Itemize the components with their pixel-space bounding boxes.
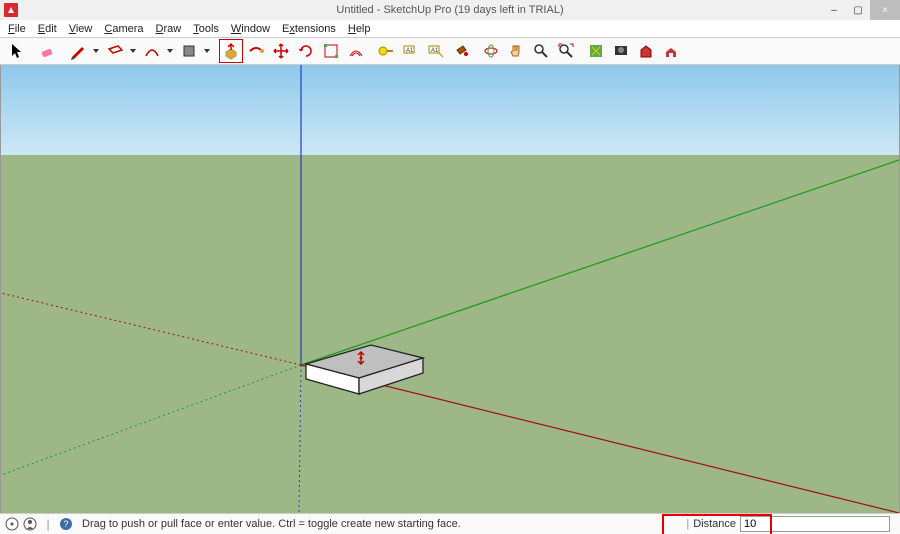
window-controls: – ▢ ×	[822, 0, 900, 20]
vcb-label: Distance	[693, 518, 736, 530]
status-bar: | ? Drag to push or pull face or enter v…	[0, 513, 900, 534]
menu-bar: File Edit View Camera Draw Tools Window …	[0, 20, 900, 37]
menu-help[interactable]: Help	[342, 22, 377, 36]
polygon-dropdown-icon[interactable]	[202, 49, 211, 53]
model-box	[306, 345, 423, 394]
vcb-input[interactable]	[740, 516, 890, 532]
toolbar: A1 A1	[0, 37, 900, 65]
measurements-box: | Distance	[680, 516, 896, 532]
extension-warehouse-tool-icon[interactable]	[659, 39, 683, 63]
status-icons: | ?	[4, 516, 74, 532]
get-models-tool-icon[interactable]	[634, 39, 658, 63]
geo-location-icon[interactable]	[4, 516, 20, 532]
menu-draw[interactable]: Draw	[150, 22, 188, 36]
push-pull-tool-icon[interactable]	[219, 39, 243, 63]
pencil-tool-icon[interactable]	[66, 39, 90, 63]
rotate-tool-icon[interactable]	[294, 39, 318, 63]
menu-edit[interactable]: Edit	[32, 22, 63, 36]
tape-measure-tool-icon[interactable]	[374, 39, 398, 63]
status-divider: |	[40, 516, 56, 532]
shape-dropdown-icon[interactable]	[128, 49, 137, 53]
menu-camera[interactable]: Camera	[98, 22, 149, 36]
pan-tool-icon[interactable]	[504, 39, 528, 63]
help-icon[interactable]: ?	[58, 516, 74, 532]
window-title: Untitled - SketchUp Pro (19 days left in…	[336, 4, 563, 16]
title-bar: Untitled - SketchUp Pro (19 days left in…	[0, 0, 900, 20]
svg-text:A1: A1	[431, 48, 439, 54]
polygon-tool-icon[interactable]	[177, 39, 201, 63]
menu-view[interactable]: View	[63, 22, 99, 36]
svg-text:A1: A1	[406, 48, 414, 54]
add-location-tool-icon[interactable]	[584, 39, 608, 63]
credits-icon[interactable]	[22, 516, 38, 532]
menu-tools[interactable]: Tools	[187, 22, 225, 36]
rectangle-tool-icon[interactable]	[103, 39, 127, 63]
svg-text:?: ?	[63, 519, 68, 529]
menu-window[interactable]: Window	[225, 22, 276, 36]
dimension-tool-icon[interactable]: A1	[424, 39, 448, 63]
paint-bucket-tool-icon[interactable]	[449, 39, 473, 63]
axes-and-model	[1, 65, 899, 513]
follow-me-tool-icon[interactable]	[244, 39, 268, 63]
menu-extensions[interactable]: Extensions	[276, 22, 342, 36]
eraser-tool-icon[interactable]	[36, 39, 60, 63]
minimize-button[interactable]: –	[822, 0, 846, 20]
zoom-tool-icon[interactable]	[529, 39, 553, 63]
zoom-extents-tool-icon[interactable]	[554, 39, 578, 63]
orbit-tool-icon[interactable]	[479, 39, 503, 63]
maximize-button[interactable]: ▢	[846, 0, 870, 20]
close-button[interactable]: ×	[870, 0, 900, 20]
scale-tool-icon[interactable]	[319, 39, 343, 63]
status-hint-text: Drag to push or pull face or enter value…	[82, 518, 680, 530]
app-icon	[4, 3, 18, 17]
menu-file[interactable]: File	[2, 22, 32, 36]
move-tool-icon[interactable]	[269, 39, 293, 63]
pencil-dropdown-icon[interactable]	[91, 49, 100, 53]
offset-tool-icon[interactable]	[344, 39, 368, 63]
arc-dropdown-icon[interactable]	[165, 49, 174, 53]
viewport-3d[interactable]	[0, 65, 900, 513]
arc-tool-icon[interactable]	[140, 39, 164, 63]
select-tool-icon[interactable]	[6, 39, 30, 63]
text-tool-icon[interactable]: A1	[399, 39, 423, 63]
preview-3d-tool-icon[interactable]	[609, 39, 633, 63]
